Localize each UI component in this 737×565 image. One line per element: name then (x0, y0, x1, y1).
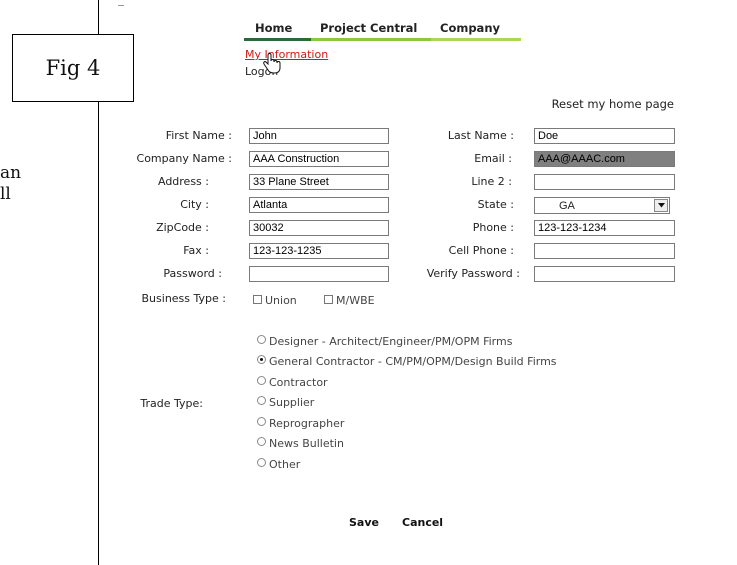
trade-radio-reprographer[interactable] (257, 417, 266, 426)
save-button[interactable]: Save (349, 516, 379, 529)
trade-option-label: General Contractor - CM/PM/OPM/Design Bu… (269, 355, 557, 368)
cell-phone-label: Cell Phone : (448, 244, 514, 257)
trade-radio-news-bulletin[interactable] (257, 437, 266, 446)
window-corner-mark (118, 5, 124, 6)
tab-project-central[interactable]: Project Central (320, 21, 417, 35)
password-input[interactable] (249, 266, 389, 282)
trade-option-label: Supplier (269, 396, 315, 409)
trade-option-label: Reprographer (269, 417, 345, 430)
union-checkbox[interactable] (253, 295, 262, 304)
trade-option-label: Contractor (269, 376, 328, 389)
doc-text-line: an (0, 163, 22, 183)
state-label: State : (477, 198, 514, 211)
trade-radio-contractor[interactable] (257, 376, 266, 385)
trade-option-label: Other (269, 458, 301, 471)
cancel-button[interactable]: Cancel (402, 516, 443, 529)
tab-home[interactable]: Home (255, 21, 292, 35)
email-input[interactable]: AAA@AAAC.com (534, 151, 675, 167)
email-label: Email : (474, 152, 512, 165)
line2-input[interactable] (534, 174, 675, 190)
last-name-label: Last Name : (447, 129, 514, 142)
doc-text-line: ll (0, 184, 11, 204)
state-select[interactable]: GA (534, 197, 670, 214)
address-input[interactable]: 33 Plane Street (249, 174, 389, 190)
zipcode-label: ZipCode : (156, 221, 209, 234)
verify-password-input[interactable] (534, 266, 675, 282)
tab-project-central-underline (311, 38, 431, 41)
company-name-label: Company Name : (136, 152, 232, 165)
reset-home-page-link[interactable]: Reset my home page (552, 97, 674, 111)
trade-option-label: News Bulletin (269, 437, 344, 450)
first-name-input[interactable]: John (249, 128, 389, 144)
trade-radio-other[interactable] (257, 458, 266, 467)
password-label: Password : (163, 267, 222, 280)
trade-radio-designer[interactable] (257, 335, 266, 344)
business-type-label: Business Type : (141, 292, 226, 305)
tab-company[interactable]: Company (440, 21, 500, 35)
figure-label: Fig 4 (12, 34, 134, 102)
first-name-label: First Name : (165, 129, 232, 142)
trade-radio-supplier[interactable] (257, 396, 266, 405)
address-label: Address : (157, 175, 209, 188)
city-input[interactable]: Atlanta (249, 197, 389, 213)
tab-home-underline (244, 38, 311, 41)
union-label: Union (265, 294, 297, 307)
mwbe-label: M/WBE (336, 294, 375, 307)
chevron-down-icon[interactable] (654, 199, 668, 212)
phone-label: Phone : (472, 221, 514, 234)
fax-input[interactable]: 123-123-1235 (249, 243, 389, 259)
trade-type-label: Trade Type: (140, 397, 203, 410)
city-label: City : (180, 198, 209, 211)
hand-cursor-icon (263, 53, 281, 74)
verify-password-label: Verify Password : (426, 267, 520, 280)
zipcode-input[interactable]: 30032 (249, 220, 389, 236)
fax-label: Fax : (183, 244, 209, 257)
screenshot-panel (98, 0, 737, 565)
tab-company-underline (431, 38, 521, 41)
state-selected-value: GA (559, 199, 575, 212)
company-name-input[interactable]: AAA Construction (249, 151, 389, 167)
last-name-input[interactable]: Doe (534, 128, 675, 144)
cell-phone-input[interactable] (534, 243, 675, 259)
my-information-link[interactable]: My Information (245, 48, 328, 61)
trade-radio-general-contractor[interactable] (257, 355, 266, 364)
trade-option-label: Designer - Architect/Engineer/PM/OPM Fir… (269, 335, 513, 348)
mwbe-checkbox[interactable] (324, 295, 333, 304)
phone-input[interactable]: 123-123-1234 (534, 220, 675, 236)
line2-label: Line 2 : (471, 175, 512, 188)
